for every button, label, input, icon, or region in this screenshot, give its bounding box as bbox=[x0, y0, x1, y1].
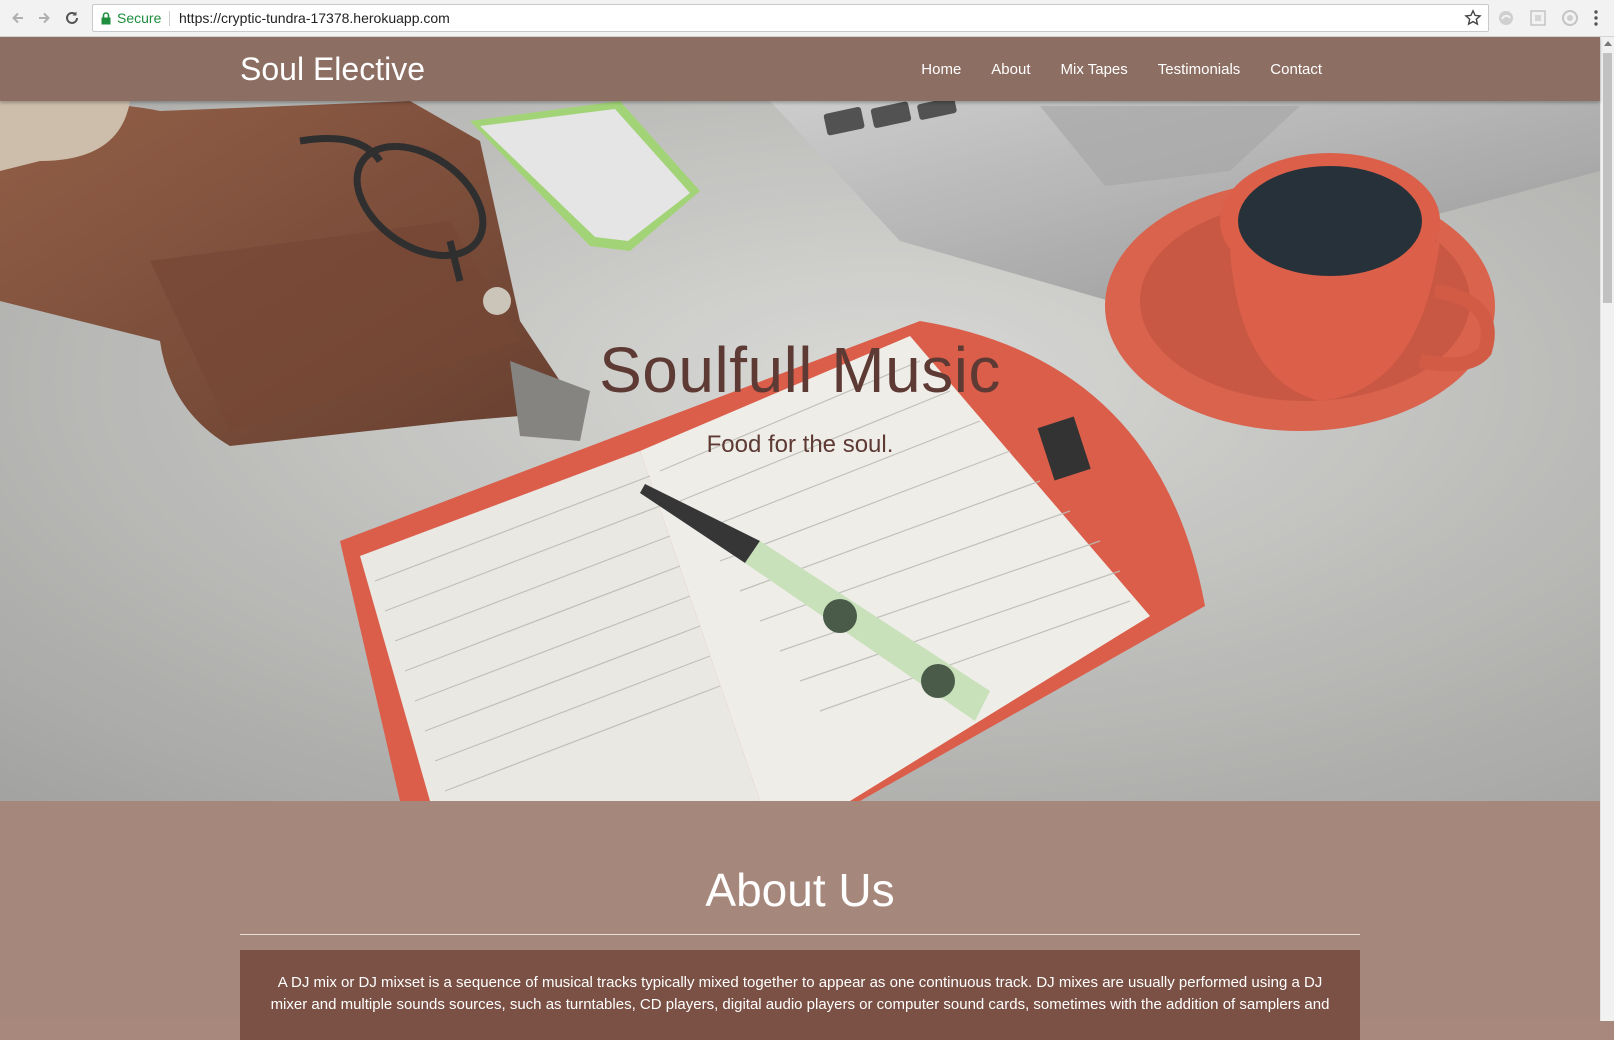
lock-icon bbox=[101, 11, 111, 24]
extension-circle-icon[interactable] bbox=[1561, 9, 1579, 27]
about-section: About Us A DJ mix or DJ mixset is a sequ… bbox=[0, 801, 1600, 1040]
extension-grid-icon[interactable] bbox=[1529, 9, 1547, 27]
about-body-text: A DJ mix or DJ mixset is a sequence of m… bbox=[270, 974, 1330, 1013]
arrow-right-icon bbox=[39, 12, 50, 24]
scroll-up-arrow-icon[interactable] bbox=[1604, 41, 1612, 46]
hero-subtitle: Food for the soul. bbox=[706, 431, 894, 458]
url-text[interactable]: https://cryptic-tundra-17378.herokuapp.c… bbox=[179, 5, 450, 31]
about-divider bbox=[240, 934, 1360, 935]
about-heading: About Us bbox=[705, 864, 895, 916]
omnibox-separator bbox=[169, 11, 170, 26]
about-card: A DJ mix or DJ mixset is a sequence of m… bbox=[240, 950, 1360, 1040]
browser-toolbar: Secure https://cryptic-tundra-17378.hero… bbox=[0, 0, 1614, 37]
hero-title: Soulfull Music bbox=[599, 334, 1001, 406]
bookmark-button[interactable] bbox=[1464, 9, 1482, 32]
main-menu: Home About Mix Tapes Testimonials Contac… bbox=[921, 37, 1322, 101]
nav-testimonials[interactable]: Testimonials bbox=[1158, 61, 1241, 78]
nav-contact[interactable]: Contact bbox=[1270, 61, 1322, 78]
forward-button[interactable] bbox=[34, 8, 54, 28]
back-button[interactable] bbox=[8, 8, 28, 28]
extension-icon[interactable] bbox=[1497, 9, 1515, 27]
page-scrollbar[interactable] bbox=[1600, 37, 1614, 1021]
site-brand[interactable]: Soul Elective bbox=[240, 37, 425, 101]
menu-dots-icon[interactable] bbox=[1590, 9, 1602, 27]
scrollbar-thumb[interactable] bbox=[1603, 53, 1612, 303]
hero-section: Soulfull Music Food for the soul. bbox=[0, 101, 1600, 801]
address-bar[interactable]: Secure https://cryptic-tundra-17378.hero… bbox=[92, 4, 1489, 32]
security-indicator[interactable]: Secure bbox=[101, 5, 161, 31]
secure-label: Secure bbox=[117, 10, 162, 26]
site-navbar: Soul Elective Home About Mix Tapes Testi… bbox=[0, 37, 1600, 101]
nav-mix-tapes[interactable]: Mix Tapes bbox=[1061, 61, 1128, 78]
nav-home[interactable]: Home bbox=[921, 61, 961, 78]
nav-about[interactable]: About bbox=[991, 61, 1030, 78]
star-icon bbox=[1464, 9, 1482, 26]
arrow-left-icon bbox=[12, 12, 23, 24]
reload-button[interactable] bbox=[62, 8, 82, 28]
reload-icon bbox=[66, 11, 78, 24]
